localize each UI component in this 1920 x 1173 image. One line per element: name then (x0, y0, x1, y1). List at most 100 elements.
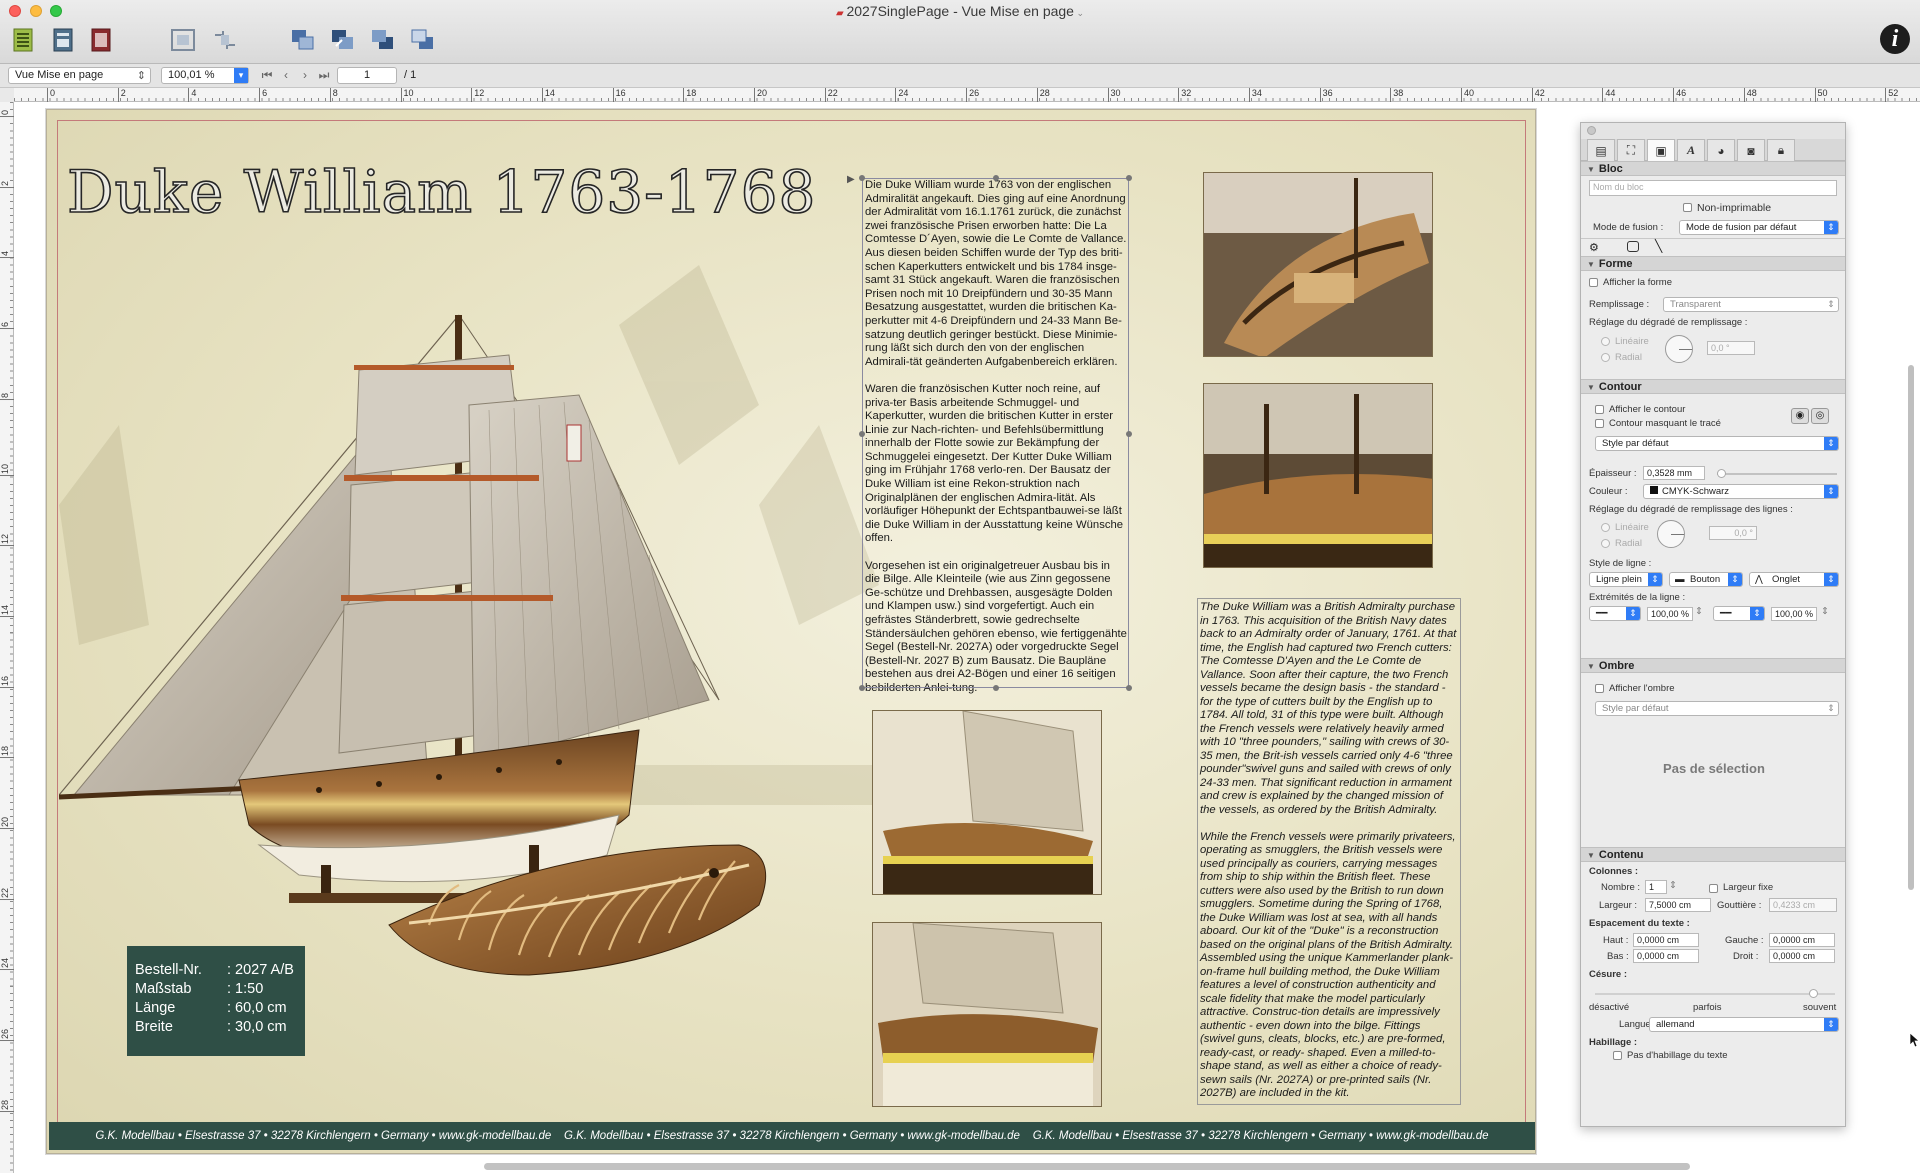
linear-radio[interactable] (1601, 337, 1610, 346)
vertical-scrollbar[interactable] (1908, 365, 1914, 890)
show-contour-checkbox[interactable] (1595, 405, 1604, 414)
send-backward-icon[interactable] (368, 24, 398, 56)
line-angle-field[interactable]: 0,0 ° (1709, 526, 1757, 540)
gear-icon[interactable]: ⚙ (1589, 241, 1599, 254)
horizontal-ruler[interactable]: 0 2 4 6 8 10 12 14 16 18 20 22 24 26 28 30 32 34 36 38 40 42 4… (14, 88, 1920, 102)
english-text-frame[interactable]: The Duke William was a British Admiralty… (1197, 598, 1461, 1105)
section-ombre-header[interactable]: ▼ Ombre (1581, 658, 1845, 673)
slider-knob[interactable] (1809, 989, 1818, 998)
master-page-icon[interactable] (48, 24, 78, 56)
block-tab-icon[interactable]: ▣ (1647, 139, 1675, 161)
photo-hull-detail[interactable] (872, 922, 1102, 1107)
contour-inside-icon[interactable]: ◉ (1791, 408, 1809, 424)
spec-box[interactable]: Bestell-Nr.: 2027 A/B Maßstab: 1:50 Läng… (127, 946, 305, 1056)
contour-color-select[interactable]: CMYK-Schwarz (1643, 484, 1839, 499)
line-gradient-dial[interactable] (1657, 520, 1685, 548)
fixed-width-checkbox[interactable] (1709, 884, 1718, 893)
section-contour-header[interactable]: ▼ Contour (1581, 379, 1845, 394)
shadow-style-select[interactable]: Style par défaut (1595, 701, 1839, 716)
inset-left-field[interactable]: 0,0000 cm (1769, 933, 1835, 947)
line-linear-radio[interactable] (1601, 523, 1610, 532)
gutter-field[interactable]: 0,4233 cm (1769, 898, 1837, 912)
thickness-field[interactable]: 0,3528 mm (1643, 466, 1705, 480)
chevron-down-icon[interactable]: ⌄ (1074, 8, 1084, 18)
next-page-icon[interactable]: › (296, 67, 314, 84)
document-tab-icon[interactable]: ▤ (1587, 139, 1615, 161)
bring-front-icon[interactable] (288, 24, 318, 56)
column-count-field[interactable]: 1 (1645, 880, 1667, 894)
stepper-icon[interactable]: ⇕ (1695, 606, 1703, 617)
bring-forward-icon[interactable] (328, 24, 358, 56)
vertical-ruler[interactable]: 0 2 4 6 8 10 12 14 16 18 20 22 24 26 28 (0, 102, 14, 1173)
block-name-input[interactable]: Nom du bloc (1589, 180, 1837, 196)
inset-bottom-field[interactable]: 0,0000 cm (1633, 949, 1699, 963)
line-end-select[interactable]: ━━ (1713, 606, 1765, 621)
horizontal-scrollbar[interactable] (484, 1163, 1690, 1170)
first-page-icon[interactable]: ⏮ (258, 67, 276, 84)
section-forme-header[interactable]: ▼ Forme (1581, 256, 1845, 271)
radial-radio[interactable] (1601, 353, 1610, 362)
blend-mode-select[interactable]: Mode de fusion par défaut (1679, 220, 1839, 235)
german-text-frame[interactable]: Die Duke William wurde 1763 von der engl… (865, 179, 1127, 709)
previous-page-icon[interactable]: ‹ (277, 67, 295, 84)
line-tool-icon[interactable]: ╲ (1655, 239, 1662, 253)
non-printable-checkbox[interactable] (1683, 203, 1692, 212)
no-wrap-checkbox[interactable] (1613, 1051, 1622, 1060)
zoom-field[interactable]: 100,01 % ▾ (161, 67, 249, 84)
document-title[interactable]: Duke William 1763-1768 (66, 157, 816, 227)
page-number-field[interactable]: 1 (337, 67, 397, 84)
group-icon[interactable] (168, 24, 198, 56)
column-width-field[interactable]: 7,5000 cm (1645, 898, 1711, 912)
zoom-dropdown-icon[interactable]: ▾ (234, 68, 248, 83)
cap-style-select[interactable]: ▬ Bouton (1669, 572, 1743, 587)
photo-bow-detail[interactable] (1203, 383, 1433, 568)
document-footer[interactable]: G.K. Modellbau • Elsestrasse 37 • 32278 … (49, 1122, 1535, 1150)
ruler-tick-label: 10 (0, 463, 14, 476)
show-shape-checkbox[interactable] (1589, 278, 1598, 287)
last-page-icon[interactable]: ⏭ (315, 67, 333, 84)
section-contenu-header[interactable]: ▼ Contenu (1581, 847, 1845, 862)
line-start-select[interactable]: ━━ (1589, 606, 1641, 621)
text-flow-arrow-icon[interactable]: ▶ (847, 174, 855, 185)
ruler-tick-label: 0 (47, 88, 55, 102)
page-layout-icon[interactable] (8, 24, 38, 56)
hyphenation-slider[interactable] (1595, 989, 1835, 998)
show-shadow-checkbox[interactable] (1595, 684, 1604, 693)
ruler-tick-label: 28 (0, 1099, 14, 1112)
lock-tab-icon[interactable]: 🔒︎ (1767, 139, 1795, 161)
panel-close-button[interactable] (1587, 126, 1596, 135)
send-back-icon[interactable] (408, 24, 438, 56)
line-radial-radio[interactable] (1601, 539, 1610, 548)
section-bloc-header[interactable]: ▼ Bloc (1581, 161, 1845, 176)
photo-stern-detail[interactable] (872, 710, 1102, 895)
gradient-angle-field[interactable]: 0,0 ° (1707, 341, 1755, 355)
fill-select[interactable]: Transparent (1663, 297, 1839, 312)
stepper-icon[interactable]: ⇕ (1669, 880, 1677, 891)
info-button[interactable]: i (1880, 24, 1910, 54)
geometry-tab-icon[interactable]: ⛶ (1617, 139, 1645, 161)
ungroup-icon[interactable] (210, 24, 240, 56)
start-scale-field[interactable]: 100,00 % (1647, 607, 1693, 621)
panel-titlebar[interactable] (1581, 123, 1845, 139)
book-icon[interactable] (86, 24, 116, 56)
photo-deck-detail[interactable] (1203, 172, 1433, 357)
stepper-icon[interactable]: ⇕ (1821, 606, 1829, 617)
inset-top-field[interactable]: 0,0000 cm (1633, 933, 1699, 947)
color-tab-icon[interactable]: ◕ (1707, 139, 1735, 161)
end-scale-field[interactable]: 100,00 % (1771, 607, 1817, 621)
thickness-slider[interactable] (1717, 469, 1837, 478)
contour-style-select[interactable]: Style par défaut (1595, 436, 1839, 451)
gradient-angle-dial[interactable] (1665, 335, 1693, 363)
line-style-select[interactable]: Ligne plein (1589, 572, 1663, 587)
image-tab-icon[interactable]: ◙ (1737, 139, 1765, 161)
document-page[interactable]: Duke William 1763-1768 Bestell-Nr.: 2027… (46, 109, 1536, 1154)
rounded-rect-tool-icon[interactable] (1627, 241, 1639, 252)
inset-right-field[interactable]: 0,0000 cm (1769, 949, 1835, 963)
contour-outside-icon[interactable]: ◎ (1811, 408, 1829, 424)
mask-contour-checkbox[interactable] (1595, 419, 1604, 428)
slider-knob[interactable] (1717, 469, 1726, 478)
language-select[interactable]: allemand (1649, 1017, 1839, 1032)
view-mode-select[interactable]: Vue Mise en page ⇕ (8, 67, 151, 84)
join-style-select[interactable]: ⋀ Onglet (1749, 572, 1839, 587)
text-tab-icon[interactable]: A (1677, 139, 1705, 161)
